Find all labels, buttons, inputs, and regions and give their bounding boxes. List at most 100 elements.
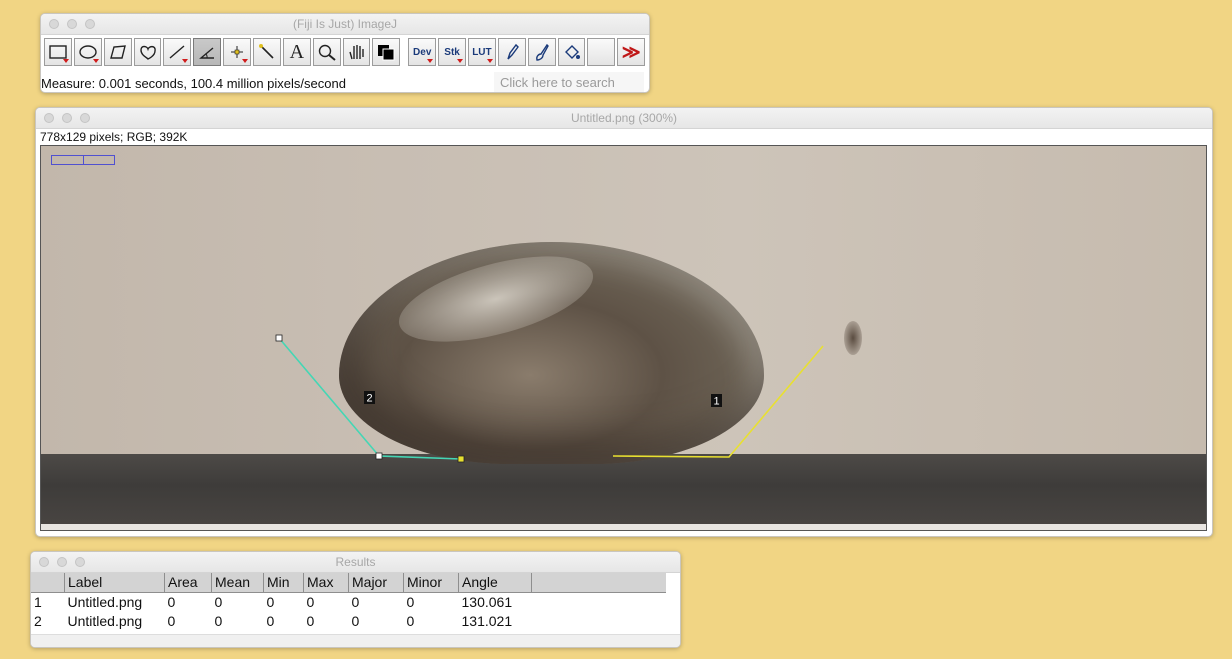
dev-menu-button[interactable]: Dev <box>408 38 437 66</box>
column-header[interactable]: Max <box>303 573 349 593</box>
roi-overlay: 2 1 <box>275 334 824 463</box>
window-controls <box>49 19 95 29</box>
hand-tool-icon <box>348 45 364 60</box>
zoom-button[interactable] <box>80 113 90 123</box>
brush-icon <box>535 43 549 61</box>
column-header[interactable]: Min <box>263 573 304 593</box>
angle-tool-icon <box>199 47 215 59</box>
column-header[interactable]: Label <box>64 573 165 593</box>
search-field[interactable]: Click here to search <box>494 72 644 92</box>
pencil-tool[interactable] <box>497 38 526 66</box>
oval-tool-icon <box>79 45 97 59</box>
close-button[interactable] <box>44 113 54 123</box>
close-button[interactable] <box>49 19 59 29</box>
table-cell: 0 <box>406 613 415 629</box>
rectangle-tool[interactable] <box>44 38 72 66</box>
table-cell: 0 <box>167 613 176 629</box>
point-tool[interactable] <box>223 38 252 66</box>
results-table-area[interactable]: Label Area Mean Min Max Major Minor Angl… <box>31 573 680 631</box>
image-titlebar[interactable]: Untitled.png (300%) <box>36 108 1212 129</box>
angle-tool[interactable] <box>193 38 222 66</box>
color-picker-tool[interactable] <box>372 38 401 66</box>
table-cell: 0 <box>306 594 315 610</box>
table-cell: Untitled.png <box>67 594 143 610</box>
results-window: Results Label Area Mean Min Max Major Mi… <box>30 551 681 648</box>
text-tool[interactable]: A <box>282 38 311 66</box>
table-row[interactable]: 1 Untitled.png 0 0 0 0 0 0 130.061 <box>31 592 666 612</box>
magnifier-tool-icon <box>318 44 336 61</box>
column-header[interactable]: Major <box>348 573 404 593</box>
table-cell: Untitled.png <box>67 613 143 629</box>
rectangle-tool-icon <box>49 45 67 59</box>
column-header[interactable]: Minor <box>403 573 459 593</box>
status-bar: Measure: 0.001 seconds, 100.4 million pi… <box>41 75 346 91</box>
hand-tool[interactable] <box>342 38 371 66</box>
dev-label: Dev <box>413 46 432 58</box>
freehand-tool[interactable] <box>133 38 162 66</box>
column-header[interactable]: Area <box>164 573 212 593</box>
stk-label: Stk <box>444 46 460 58</box>
stk-menu-button[interactable]: Stk <box>438 38 466 66</box>
wand-tool-icon <box>258 44 274 59</box>
table-row[interactable]: 2 Untitled.png 0 0 0 0 0 0 131.021 <box>31 612 666 631</box>
table-cell: 1 <box>34 594 42 610</box>
lut-label: LUT <box>472 46 492 58</box>
brush-tool[interactable] <box>527 38 556 66</box>
close-button[interactable] <box>39 557 49 567</box>
zoom-button[interactable] <box>85 19 95 29</box>
roi-label-1: 1 <box>711 394 722 408</box>
image-window: Untitled.png (300%) 778x129 pixels; RGB;… <box>35 107 1213 537</box>
roi-handle[interactable] <box>457 455 465 463</box>
svg-text:1: 1 <box>713 396 719 408</box>
results-table: Label Area Mean Min Max Major Minor Angl… <box>31 573 666 631</box>
polygon-tool-icon <box>109 45 126 59</box>
oval-tool[interactable] <box>73 38 102 66</box>
double-chevron-right-icon: ≫ <box>621 41 641 62</box>
image-canvas[interactable]: 2 1 <box>40 145 1207 531</box>
zoom-button[interactable] <box>75 557 85 567</box>
point-tool-icon <box>231 46 244 58</box>
minimize-button[interactable] <box>57 557 67 567</box>
table-cell: 0 <box>167 594 176 610</box>
svg-text:2: 2 <box>366 393 372 405</box>
column-header[interactable]: Mean <box>211 573 264 593</box>
wand-tool[interactable] <box>253 38 281 66</box>
lut-menu-button[interactable]: LUT <box>468 38 496 66</box>
roi-handle[interactable] <box>275 334 283 342</box>
window-controls <box>39 557 85 567</box>
table-cell: 0 <box>406 594 415 610</box>
table-header: Label Area Mean Min Max Major Minor Angl… <box>31 573 666 593</box>
window-controls <box>44 113 90 123</box>
polygon-tool[interactable] <box>103 38 132 66</box>
table-cell: 0 <box>266 613 275 629</box>
tool-bar: A Dev Stk LUT ≫ <box>41 35 649 68</box>
table-cell: 0 <box>266 594 275 610</box>
minimize-button[interactable] <box>67 19 77 29</box>
line-tool-icon <box>169 45 185 59</box>
fiji-titlebar[interactable]: (Fiji Is Just) ImageJ <box>41 14 649 35</box>
table-cell: 0 <box>214 613 223 629</box>
flood-fill-tool[interactable] <box>557 38 586 66</box>
table-cell: 0 <box>351 594 360 610</box>
column-header[interactable]: Angle <box>458 573 532 593</box>
fiji-toolbar-window: (Fiji Is Just) ImageJ A Dev Stk LUT ≫ Me… <box>40 13 650 93</box>
table-cell: 2 <box>34 613 42 629</box>
results-window-title: Results <box>335 555 376 569</box>
column-header-empty <box>531 573 666 593</box>
magnifier-tool[interactable] <box>312 38 341 66</box>
more-tools-button[interactable]: ≫ <box>617 38 646 66</box>
table-cell: 131.021 <box>461 613 513 629</box>
color-picker-icon <box>378 45 395 61</box>
roi-handle[interactable] <box>375 452 383 460</box>
empty-tool-slot <box>587 38 616 66</box>
results-titlebar[interactable]: Results <box>31 552 680 573</box>
minimize-button[interactable] <box>62 113 72 123</box>
table-cell: 0 <box>306 613 315 629</box>
horizontal-scrollbar[interactable] <box>31 634 680 647</box>
column-header[interactable] <box>31 573 65 593</box>
roi-label-2: 2 <box>364 391 375 405</box>
table-cell: 0 <box>214 594 223 610</box>
freehand-tool-icon <box>139 45 156 60</box>
line-tool[interactable] <box>163 38 192 66</box>
image-info: 778x129 pixels; RGB; 392K <box>40 130 188 144</box>
